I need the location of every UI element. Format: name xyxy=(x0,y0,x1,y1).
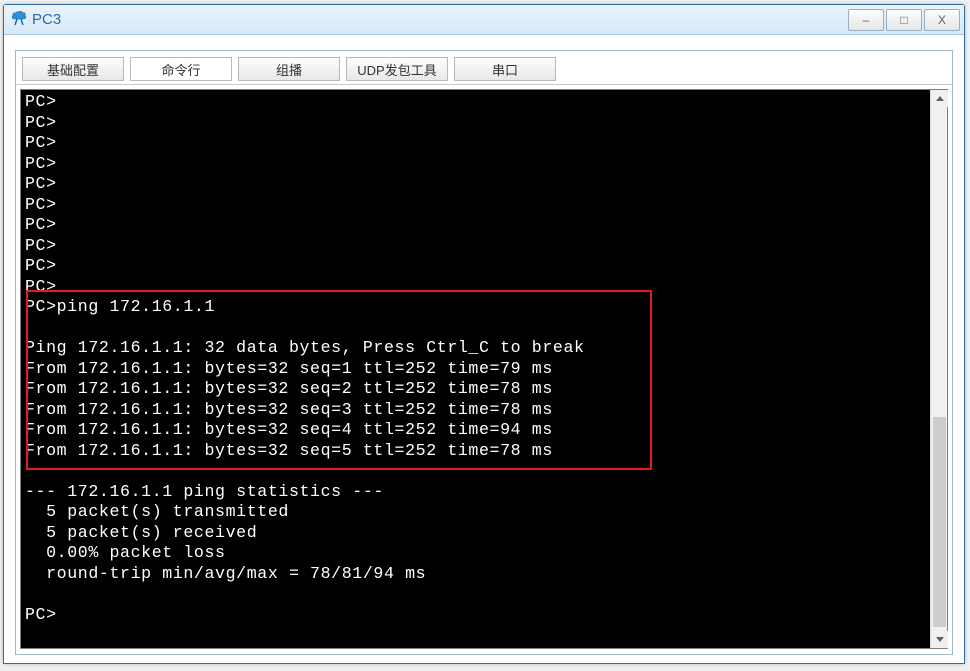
window-title: PC3 xyxy=(32,11,846,28)
maximize-button[interactable]: □ xyxy=(886,9,922,31)
tab-udp[interactable]: UDP发包工具 xyxy=(346,57,448,81)
scroll-down-button[interactable] xyxy=(931,631,948,648)
chevron-down-icon xyxy=(936,637,944,642)
tab-basic[interactable]: 基础配置 xyxy=(22,57,124,81)
minimize-icon: – xyxy=(863,14,870,26)
tab-mcast[interactable]: 组播 xyxy=(238,57,340,81)
app-icon xyxy=(10,11,28,29)
titlebar[interactable]: PC3 – □ X xyxy=(4,5,964,35)
maximize-icon: □ xyxy=(900,14,907,26)
scroll-up-button[interactable] xyxy=(931,90,948,107)
tab-serial[interactable]: 串口 xyxy=(454,57,556,81)
tab-cli[interactable]: 命令行 xyxy=(130,57,232,81)
close-button[interactable]: X xyxy=(924,9,960,31)
window-controls: – □ X xyxy=(846,9,960,31)
terminal-output[interactable]: PC> PC> PC> PC> PC> PC> PC> PC> PC> PC> … xyxy=(21,90,931,648)
minimize-button[interactable]: – xyxy=(848,9,884,31)
terminal-container: PC> PC> PC> PC> PC> PC> PC> PC> PC> PC> … xyxy=(20,89,948,649)
scroll-track[interactable] xyxy=(931,107,947,631)
client-area: 基础配置 命令行 组播 UDP发包工具 串口 PC> PC> PC> PC> P… xyxy=(15,50,953,655)
tabs-bar: 基础配置 命令行 组播 UDP发包工具 串口 xyxy=(16,51,952,85)
chevron-up-icon xyxy=(936,96,944,101)
close-icon: X xyxy=(938,14,946,26)
scroll-thumb[interactable] xyxy=(933,417,946,627)
scrollbar[interactable] xyxy=(930,90,947,648)
app-window: PC3 – □ X 基础配置 命令行 组播 UDP发包工具 串口 PC> PC>… xyxy=(3,4,965,664)
